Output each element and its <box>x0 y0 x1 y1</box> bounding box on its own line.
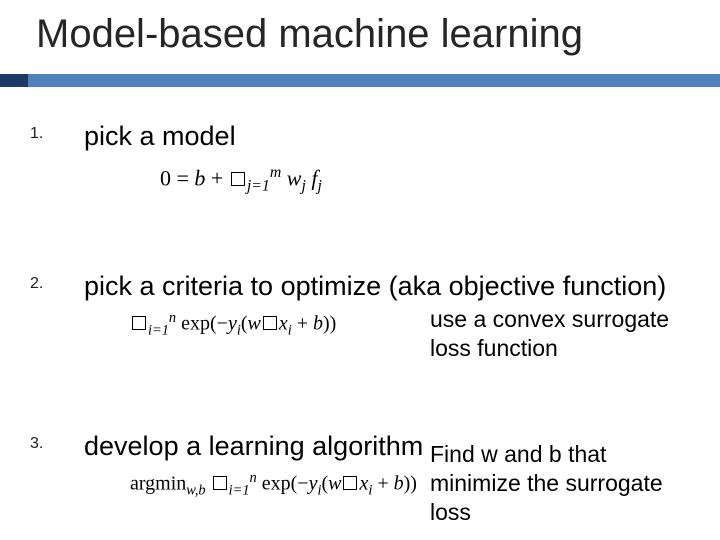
formula-1: 0 = b + j=1m wj fj <box>160 164 690 196</box>
content-list: 1. pick a model 0 = b + j=1m wj fj 2. pi… <box>30 120 690 203</box>
slide-title: Model-based machine learning <box>36 12 583 57</box>
annotation-find-w-b: Find w and b that minimize the surrogate… <box>430 440 680 526</box>
list-number: 1. <box>30 125 66 143</box>
list-number: 3. <box>30 435 66 453</box>
slide: Model-based machine learning 1. pick a m… <box>0 0 720 540</box>
title-underline <box>0 74 720 87</box>
list-text: pick a model <box>84 120 690 154</box>
annotation-convex-surrogate: use a convex surrogate loss function <box>430 305 680 363</box>
title-underline-accent <box>0 74 28 87</box>
list-number: 2. <box>30 275 66 293</box>
list-text: pick a criteria to optimize (aka objecti… <box>84 270 690 304</box>
list-item-1: 1. pick a model 0 = b + j=1m wj fj <box>30 120 690 195</box>
